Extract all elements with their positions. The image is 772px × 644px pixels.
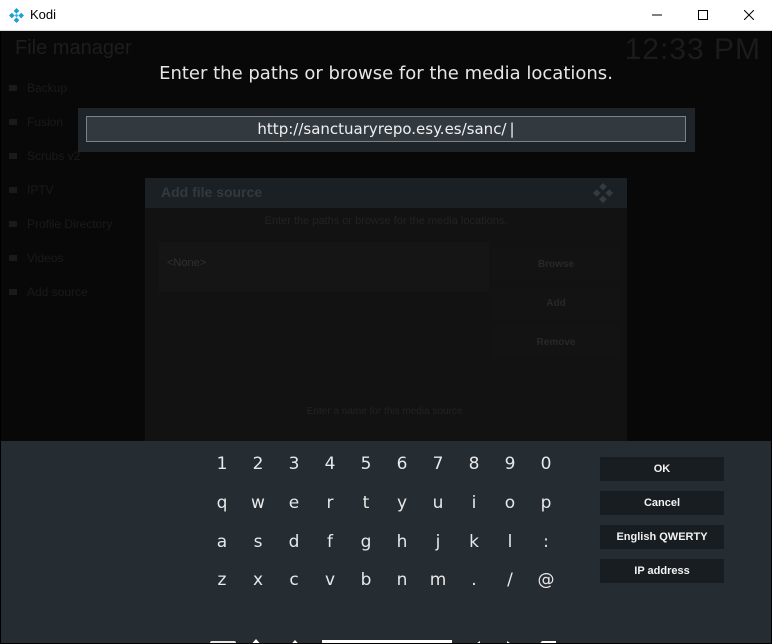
key[interactable]: l	[493, 527, 527, 557]
ip-address-button[interactable]: IP address	[600, 559, 724, 583]
cancel-button[interactable]: Cancel	[600, 491, 724, 515]
minimize-icon	[652, 14, 662, 16]
arrow-left-icon[interactable]	[468, 640, 482, 643]
key[interactable]: .	[457, 565, 491, 595]
key[interactable]: w	[241, 488, 275, 518]
key[interactable]: k	[457, 527, 491, 557]
key[interactable]: x	[241, 565, 275, 595]
key[interactable]: 2	[241, 449, 275, 479]
maximize-button[interactable]	[680, 0, 726, 30]
window-titlebar: Kodi	[0, 0, 772, 31]
arrow-right-icon[interactable]	[505, 640, 519, 643]
key[interactable]: 7	[421, 449, 455, 479]
browse-button[interactable]: Browse	[491, 248, 621, 280]
key[interactable]: @	[529, 565, 563, 595]
name-prompt: Enter a name for this media source.	[306, 406, 466, 417]
key[interactable]: :	[529, 527, 563, 557]
minimize-button[interactable]	[634, 0, 680, 30]
key[interactable]: p	[529, 488, 563, 518]
source-item[interactable]: Profile Directory	[9, 207, 112, 241]
add-button[interactable]: Add	[491, 287, 621, 319]
key[interactable]: 4	[313, 449, 347, 479]
key[interactable]: m	[421, 565, 455, 595]
key[interactable]: /	[493, 565, 527, 595]
folder-icon	[9, 255, 17, 261]
folder-icon	[9, 153, 17, 159]
key[interactable]: b	[349, 565, 383, 595]
key[interactable]: g	[349, 527, 383, 557]
dialog-header: Add file source	[145, 178, 627, 208]
path-input[interactable]: http://sanctuaryrepo.esy.es/sanc/|	[86, 116, 686, 142]
folder-icon	[9, 289, 17, 295]
backspace-icon[interactable]	[535, 640, 557, 643]
key[interactable]: d	[277, 527, 311, 557]
key[interactable]: t	[349, 488, 383, 518]
kodi-content: File manager 12:33 PM Backup Fusion Scru…	[1, 31, 771, 643]
sources-list: Backup Fusion Scrubs v2 IPTV Profile Dir…	[9, 71, 112, 309]
add-source-dialog: Add file source Enter the paths or brows…	[145, 178, 627, 448]
space-bar[interactable]	[322, 640, 452, 643]
key[interactable]: y	[385, 488, 419, 518]
key[interactable]: 0	[529, 449, 563, 479]
keyboard-heading: Enter the paths or browse for the media …	[159, 63, 613, 84]
key[interactable]: n	[385, 565, 419, 595]
key[interactable]: u	[421, 488, 455, 518]
source-item[interactable]: Add source	[9, 275, 112, 309]
symbols-key[interactable]: #+=	[209, 637, 237, 643]
source-item[interactable]: Videos	[9, 241, 112, 275]
shift-icon[interactable]	[286, 639, 304, 643]
onscreen-keyboard: 1 2 3 4 5 6 7 8 9 0 q w e r t y u i o p …	[1, 441, 771, 643]
input-text: http://sanctuaryrepo.esy.es/sanc/	[257, 120, 507, 138]
close-icon	[744, 10, 754, 20]
maximize-icon	[698, 10, 708, 20]
window-title: Kodi	[30, 7, 57, 22]
caps-lock-icon[interactable]	[248, 638, 270, 643]
remove-button[interactable]: Remove	[491, 326, 621, 358]
key[interactable]: h	[385, 527, 419, 557]
key[interactable]: j	[421, 527, 455, 557]
dialog-title: Add file source	[161, 184, 263, 200]
key[interactable]: a	[205, 527, 239, 557]
key[interactable]: v	[313, 565, 347, 595]
key[interactable]: q	[205, 488, 239, 518]
key[interactable]: 8	[457, 449, 491, 479]
key[interactable]: 3	[277, 449, 311, 479]
key[interactable]: s	[241, 527, 275, 557]
kodi-logo-icon	[9, 8, 24, 23]
input-bar: http://sanctuaryrepo.esy.es/sanc/|	[78, 108, 695, 152]
source-item[interactable]: IPTV	[9, 173, 112, 207]
page-title: File manager	[15, 37, 132, 59]
folder-icon	[9, 119, 17, 125]
ok-button[interactable]: OK	[600, 457, 724, 481]
key[interactable]: f	[313, 527, 347, 557]
key[interactable]: 6	[385, 449, 419, 479]
layout-button[interactable]: English QWERTY	[600, 525, 724, 549]
close-button[interactable]	[726, 0, 772, 30]
key[interactable]: i	[457, 488, 491, 518]
key[interactable]: 1	[205, 449, 239, 479]
clock: 12:33 PM	[624, 33, 761, 66]
key[interactable]: o	[493, 488, 527, 518]
key[interactable]: 9	[493, 449, 527, 479]
folder-icon	[9, 187, 17, 193]
kodi-logo-icon	[593, 183, 613, 203]
folder-icon	[9, 221, 17, 227]
key[interactable]: e	[277, 488, 311, 518]
text-caret: |	[509, 120, 515, 138]
key[interactable]: c	[277, 565, 311, 595]
path-value: <None>	[167, 257, 207, 269]
folder-icon	[9, 85, 17, 91]
key[interactable]: r	[313, 488, 347, 518]
key[interactable]: z	[205, 565, 239, 595]
path-list[interactable]	[159, 242, 489, 292]
dialog-subtitle: Enter the paths or browse for the media …	[264, 215, 508, 227]
key[interactable]: 5	[349, 449, 383, 479]
